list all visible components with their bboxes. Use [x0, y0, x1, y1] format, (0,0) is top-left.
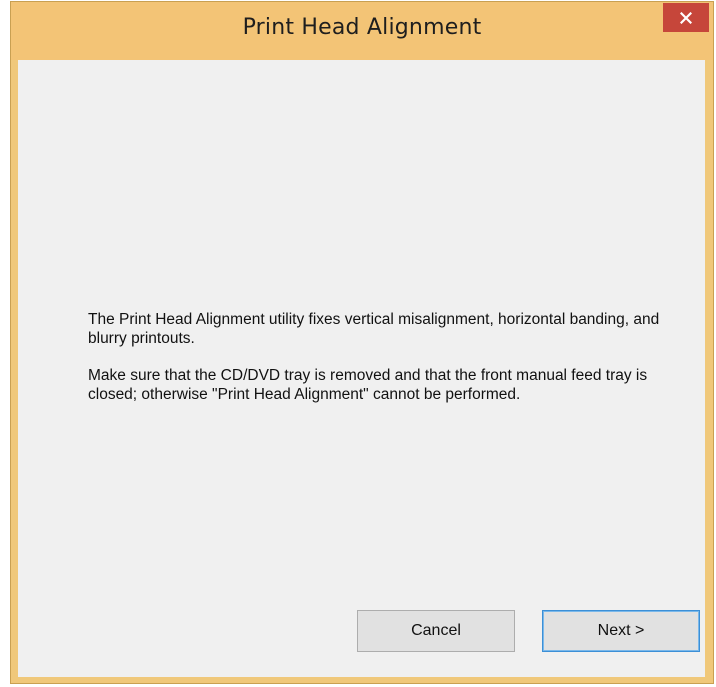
- window-title: Print Head Alignment: [242, 15, 482, 40]
- dialog-window: Print Head Alignment The Print Head Alig…: [10, 1, 714, 684]
- message-paragraph-description: The Print Head Alignment utility fixes v…: [88, 311, 660, 347]
- message-area: The Print Head Alignment utility fixes v…: [88, 310, 688, 422]
- next-button[interactable]: Next >: [542, 610, 700, 652]
- title-bar[interactable]: Print Head Alignment: [11, 2, 713, 60]
- close-button[interactable]: [663, 3, 709, 32]
- close-icon: [680, 11, 692, 24]
- cancel-button[interactable]: Cancel: [357, 610, 515, 652]
- dialog-content: The Print Head Alignment utility fixes v…: [18, 60, 705, 677]
- message-paragraph-warning: Make sure that the CD/DVD tray is remove…: [88, 367, 648, 403]
